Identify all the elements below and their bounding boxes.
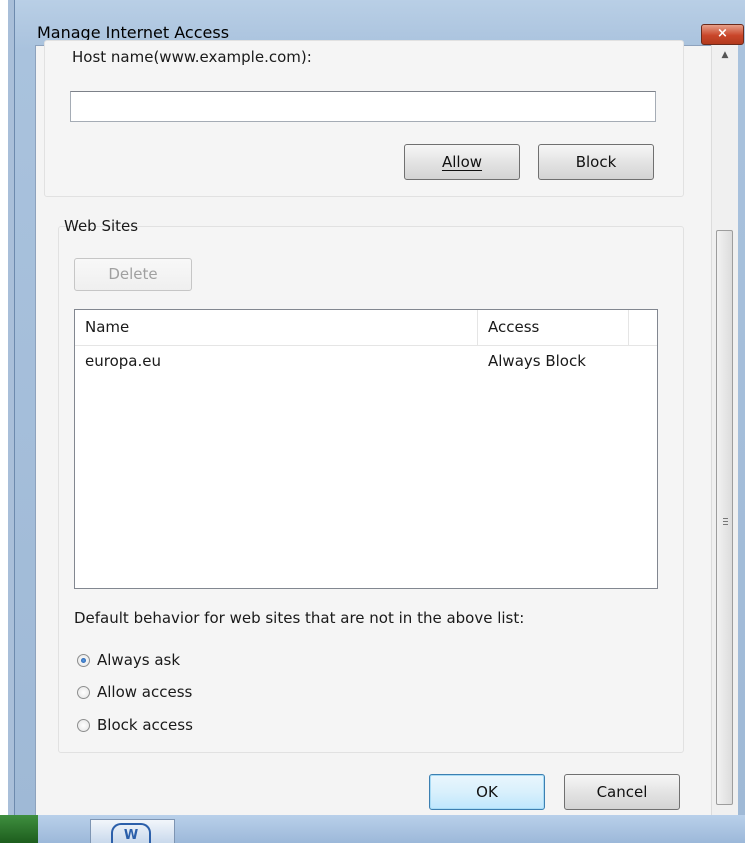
row-access-cell: Always Block [488, 352, 586, 370]
column-header-access[interactable]: Access [488, 318, 539, 336]
scrollbar-thumb[interactable] [716, 230, 733, 805]
web-sites-list[interactable]: Name Access europa.eu Always Block [74, 309, 658, 589]
default-behavior-label: Default behavior for web sites that are … [74, 609, 525, 627]
taskbar: W [0, 815, 745, 843]
close-button[interactable]: × [701, 24, 744, 45]
web-sites-group-label: Web Sites [64, 217, 139, 235]
radio-unchecked-icon[interactable] [77, 686, 90, 699]
close-icon: × [717, 26, 728, 41]
radio-checked-icon[interactable] [77, 654, 90, 667]
column-divider[interactable] [477, 310, 478, 345]
vertical-scrollbar[interactable]: ▲ [711, 45, 738, 815]
grip-icon [723, 518, 728, 519]
taskbar-app-icon[interactable] [0, 815, 38, 843]
background-window-edge [0, 0, 14, 815]
row-name-cell: europa.eu [85, 352, 161, 370]
radio-unchecked-icon[interactable] [77, 719, 90, 732]
block-button[interactable]: Block [538, 144, 654, 180]
table-row[interactable]: europa.eu Always Block [75, 350, 657, 374]
host-name-input[interactable] [70, 91, 656, 122]
column-header-name[interactable]: Name [85, 318, 129, 336]
delete-button[interactable]: Delete [74, 258, 192, 291]
scroll-up-arrow-icon[interactable]: ▲ [712, 45, 738, 65]
host-name-label: Host name(www.example.com): [72, 48, 312, 66]
ok-button[interactable]: OK [429, 774, 545, 810]
manage-internet-access-dialog: Manage Internet Access × Host name(www.e… [14, 0, 745, 817]
taskbar-word-button[interactable]: W [90, 819, 175, 843]
cancel-button[interactable]: Cancel [564, 774, 680, 810]
allow-button[interactable]: Allow [404, 144, 520, 180]
radio-label: Block access [97, 716, 193, 734]
word-icon: W [111, 823, 151, 843]
list-header: Name Access [75, 310, 657, 346]
dialog-client-area: Host name(www.example.com): Allow Block … [35, 40, 727, 817]
radio-label: Always ask [97, 651, 181, 669]
radio-label: Allow access [97, 683, 193, 701]
column-divider[interactable] [628, 310, 629, 345]
